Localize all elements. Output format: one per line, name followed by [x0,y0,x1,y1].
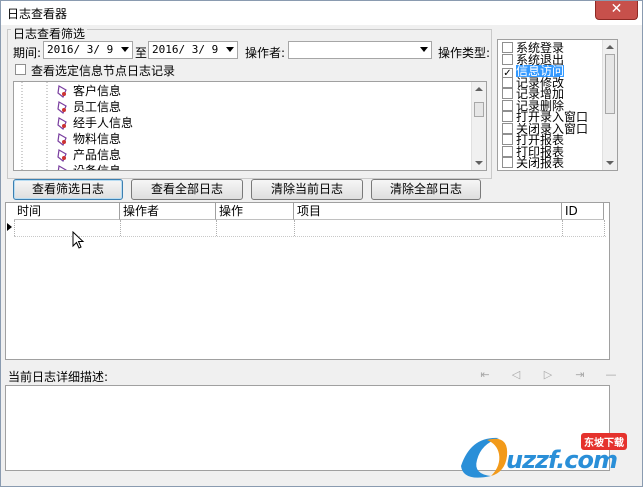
column-header-id[interactable]: ID [562,203,604,220]
info-node-icon [57,101,67,114]
row-divider [14,236,606,237]
info-node-icon [57,85,67,98]
start-date-picker[interactable]: 2016/ 3/ 9 [43,41,133,59]
last-record-icon[interactable]: ⇥ [573,369,587,381]
scroll-up-icon[interactable] [606,45,614,49]
info-node-icon [57,165,67,170]
optype-checkbox[interactable] [502,134,513,145]
chevron-down-icon [121,47,129,52]
optype-label: 操作类型: [438,46,491,60]
watermark-brand: uzzf.com [506,446,618,474]
tree-node-label: 经手人信息 [73,116,134,130]
scroll-up-icon[interactable] [475,87,483,91]
operator-label: 操作者: [245,46,286,60]
end-record-icon[interactable]: — [604,369,618,381]
tree-node-label: 设备信息 [73,164,122,171]
info-node-icon [57,117,67,130]
grid-line [562,220,563,236]
optype-checkbox[interactable] [502,157,513,168]
tree-node-label: 员工信息 [73,100,122,114]
column-header-operation[interactable]: 操作 [216,203,294,220]
mouse-cursor-icon [72,231,85,249]
tree-node[interactable]: 经手人信息 [56,115,133,131]
first-record-icon[interactable]: ⇤ [478,369,492,381]
watermark-badge: 东坡下载 [581,433,627,450]
next-record-icon[interactable]: ▷ [541,369,555,381]
optype-checkbox[interactable] [502,99,513,111]
optype-checkbox[interactable] [502,53,513,65]
scroll-down-icon[interactable] [606,161,614,165]
optype-label: 关闭报表 [516,156,565,170]
grid-line [294,220,295,236]
grid-line [604,220,605,236]
tree-node[interactable]: 员工信息 [56,99,121,115]
optype-scrollbar[interactable] [602,40,617,170]
view-filtered-logs-button[interactable]: 查看筛选日志 [13,179,123,200]
scroll-thumb[interactable] [605,54,615,114]
end-date-picker[interactable]: 2016/ 3/ 9 [148,41,238,59]
tree-node-label: 客户信息 [73,84,122,98]
chevron-down-icon [226,47,234,52]
tree-node-label: 产品信息 [73,148,122,162]
current-row-indicator-icon [7,223,12,231]
column-header-operator[interactable]: 操作者 [120,203,216,220]
tree-node[interactable]: 客户信息 [56,83,121,99]
close-button[interactable]: ✕ [595,1,638,20]
scroll-thumb[interactable] [474,102,484,117]
detail-label: 当前日志详细描述: [8,370,109,384]
tree-node-label: 物料信息 [73,132,122,146]
optype-checkbox[interactable] [502,145,513,157]
info-node-tree[interactable]: 客户信息员工信息经手人信息物料信息产品信息设备信息 [13,81,487,171]
info-node-icon [57,133,67,146]
end-date-value: 2016/ 3/ 9 [152,43,219,56]
title-bar[interactable]: 日志查看器 ✕ [1,1,642,25]
period-label: 期间: [13,46,42,60]
previous-record-icon[interactable]: ◁ [509,369,523,381]
filter-group-title: 日志查看筛选 [11,25,88,42]
grid-line [120,220,121,236]
info-node-icon [57,149,67,162]
start-date-value: 2016/ 3/ 9 [47,43,114,56]
grid-line [216,220,217,236]
tree-node[interactable]: 物料信息 [56,131,121,147]
scroll-down-icon[interactable] [475,161,483,165]
clear-current-log-button[interactable]: 清除当前日志 [251,179,363,200]
view-all-logs-button[interactable]: 查看全部日志 [131,179,243,200]
column-header-time[interactable]: 时间 [14,203,120,220]
log-table[interactable]: 时间 操作者 操作 项目 ID [5,202,610,360]
column-header-item[interactable]: 项目 [294,203,562,220]
tree-node[interactable]: 产品信息 [56,147,121,163]
tree-scrollbar[interactable] [471,82,486,170]
optype-checkbox[interactable] [502,122,513,134]
to-label: 至 [135,46,148,60]
optype-checkbox[interactable] [502,88,513,99]
operator-select[interactable] [288,41,432,59]
grid-line [14,220,15,236]
window-title: 日志查看器 [7,7,68,21]
tree-node[interactable]: 设备信息 [56,163,122,171]
log-viewer-window: 日志查看器 ✕ 日志查看筛选 期间: 2016/ 3/ 9 至 2016/ 3/… [0,0,643,487]
optype-checkbox[interactable] [502,76,513,88]
view-selected-node-label[interactable]: 查看选定信息节点日志记录 [31,62,175,79]
optype-option[interactable]: 关闭报表 [502,156,565,170]
chevron-down-icon [420,47,428,52]
view-selected-node-checkbox[interactable] [15,64,26,75]
optype-checkbox[interactable] [502,42,513,53]
optype-checkbox[interactable] [502,111,513,122]
operation-type-list[interactable]: 系统登录 系统退出 ✓ 信息访问 记录修改 记录增加 记录删除 打开录入窗口 关闭录入窗口 打开报… [497,39,618,171]
clear-all-logs-button[interactable]: 清除全部日志 [371,179,481,200]
